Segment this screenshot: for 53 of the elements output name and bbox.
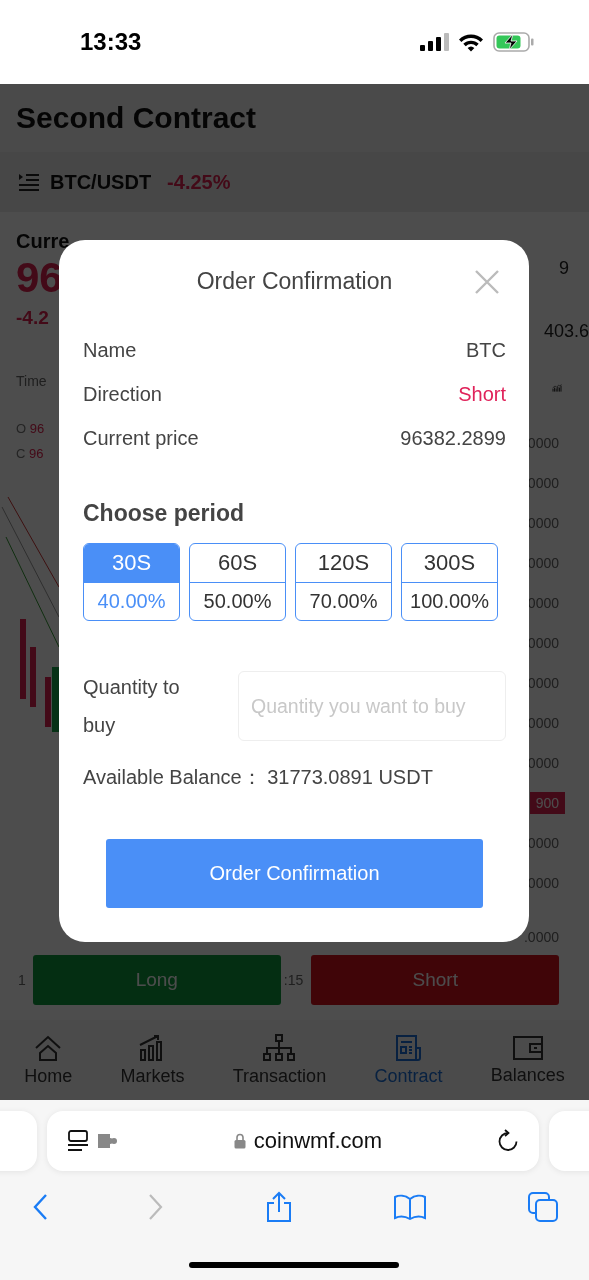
- period-option[interactable]: 300S 100.00%: [401, 543, 498, 621]
- url-text: coinwmf.com: [253, 1128, 383, 1154]
- page-menu-icon[interactable]: [67, 1130, 91, 1152]
- field-label: Current price: [83, 426, 199, 450]
- field-label: Direction: [83, 382, 162, 406]
- current-label: Curre: [16, 230, 70, 253]
- back-icon[interactable]: [32, 1193, 48, 1221]
- period-option[interactable]: 60S 50.00%: [189, 543, 286, 621]
- puzzle-icon[interactable]: [97, 1132, 119, 1150]
- book-icon[interactable]: [392, 1194, 427, 1220]
- quantity-label: Quantity to buy: [83, 675, 181, 738]
- short-button[interactable]: Short: [311, 955, 560, 1005]
- wallet-icon: [511, 1034, 544, 1061]
- section-title: Choose period: [83, 500, 245, 527]
- current-price: 96: [16, 255, 63, 301]
- low-value: 403.6: [543, 321, 589, 342]
- period-option[interactable]: 30S 40.00%: [83, 543, 180, 621]
- field-value: 96382.2899: [400, 426, 506, 450]
- available-balance: Available Balance： 31773.0891 USDT: [83, 765, 434, 790]
- signal-icon: [419, 33, 449, 51]
- reload-icon[interactable]: [497, 1129, 519, 1153]
- pair-symbol[interactable]: BTC/USDT: [50, 170, 152, 194]
- forward-icon[interactable]: [148, 1193, 165, 1221]
- status-time: 13:33: [80, 28, 142, 56]
- page-title: Second Contract: [16, 101, 257, 135]
- confirm-button[interactable]: Order Confirmation: [106, 839, 483, 908]
- close-icon[interactable]: [474, 269, 500, 295]
- home-icon: [34, 1033, 63, 1062]
- lock-icon: [233, 1133, 246, 1149]
- nav-tab[interactable]: Transaction: [232, 1033, 327, 1087]
- wifi-icon: [458, 32, 484, 52]
- field-label: Name: [83, 338, 137, 362]
- nav-tab[interactable]: Markets: [120, 1033, 185, 1087]
- candle: [30, 647, 36, 707]
- high-value: 9: [559, 258, 570, 279]
- battery-charging-icon: [493, 32, 535, 52]
- nav-tab[interactable]: Contract: [374, 1033, 443, 1087]
- price-marker: 900: [529, 792, 565, 814]
- nav-tab[interactable]: Home: [24, 1033, 73, 1087]
- long-button[interactable]: Long: [32, 955, 281, 1005]
- field-value: BTC: [466, 338, 506, 362]
- nav-tab[interactable]: Balances: [490, 1034, 565, 1086]
- tabs-icon[interactable]: [527, 1191, 559, 1223]
- list-icon[interactable]: [18, 172, 40, 192]
- dialog-title: Order Confirmation: [196, 267, 393, 295]
- share-icon[interactable]: [264, 1191, 293, 1223]
- field-value: Short: [458, 382, 506, 406]
- hierarchy-icon: [263, 1033, 296, 1062]
- address-bar[interactable]: coinwmf.com: [47, 1111, 539, 1171]
- pair-change: -4.25%: [167, 170, 231, 194]
- document-icon: [394, 1033, 423, 1062]
- period-option[interactable]: 120S 70.00%: [295, 543, 392, 621]
- price-change: -4.2: [16, 307, 49, 329]
